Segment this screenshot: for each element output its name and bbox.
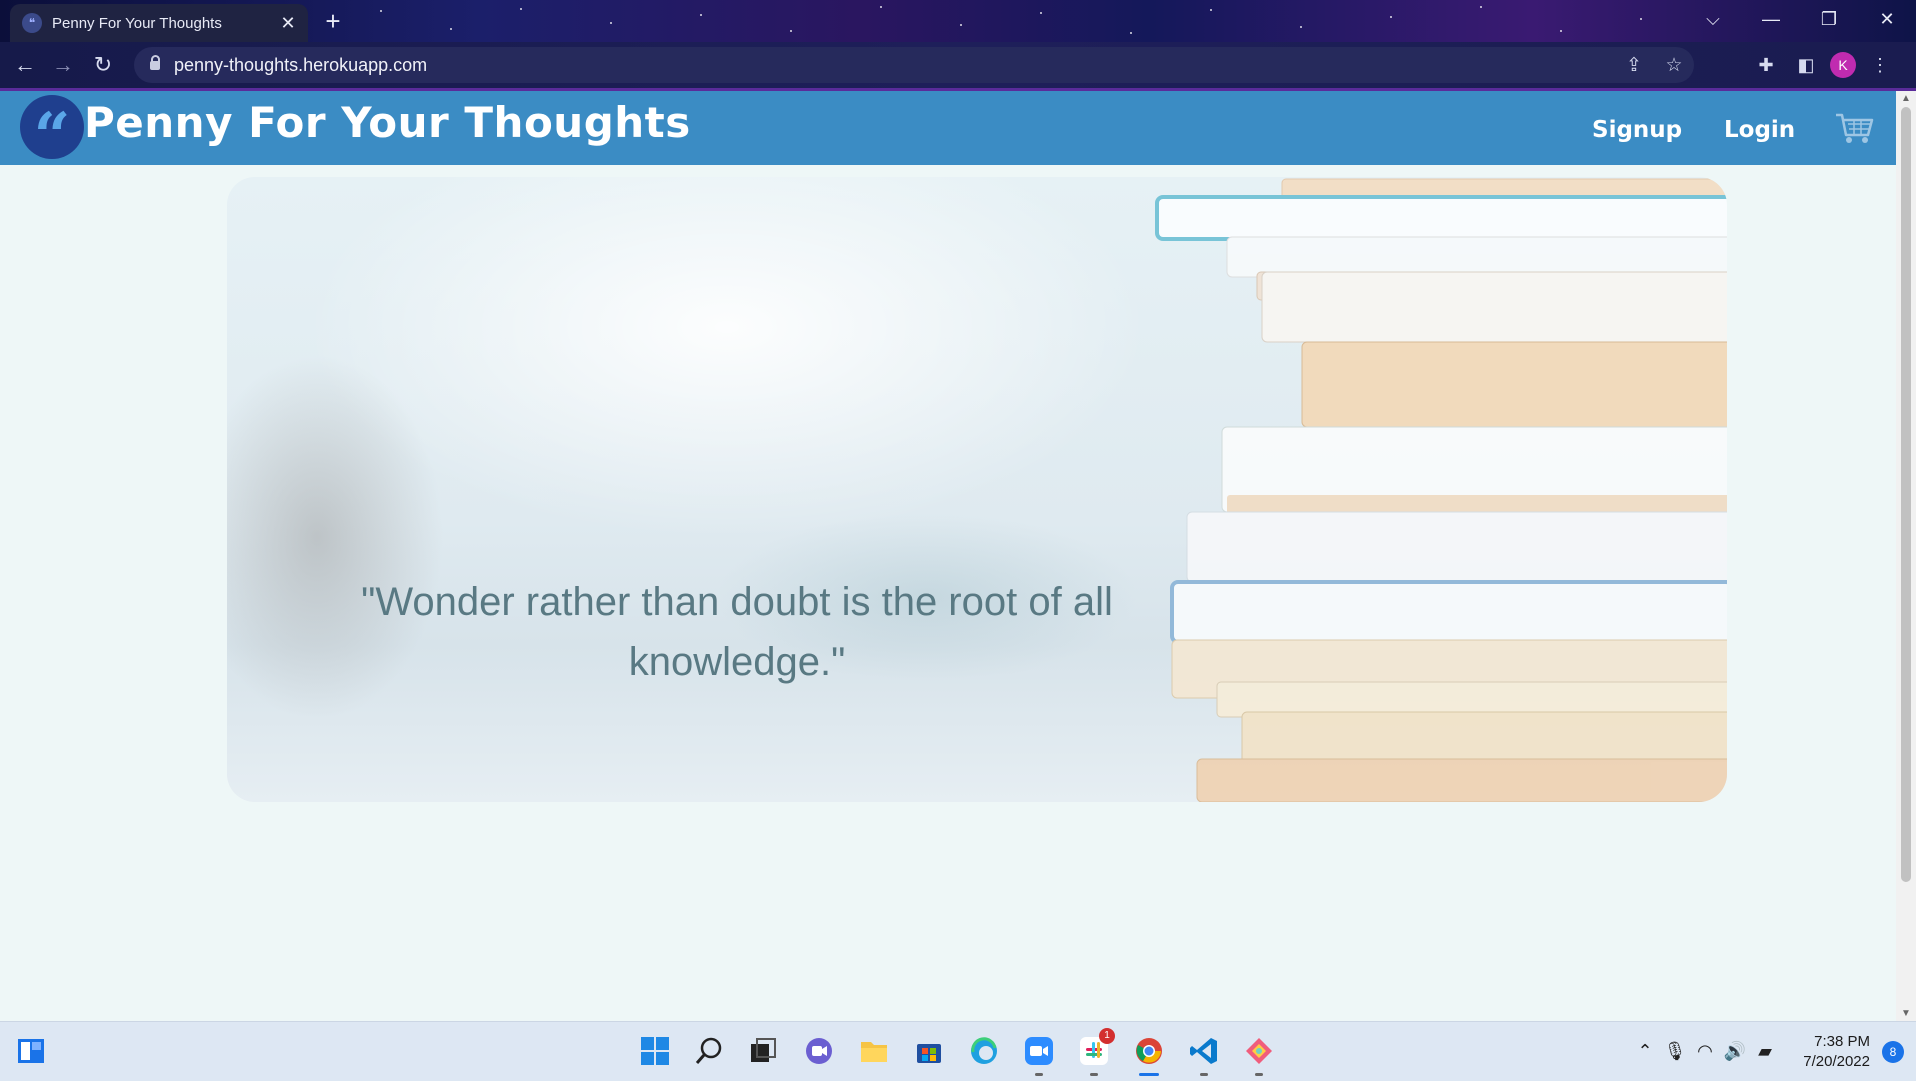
zoom-app-icon[interactable] (1022, 1034, 1056, 1076)
running-indicator (1255, 1073, 1263, 1076)
edge-browser-icon[interactable] (967, 1034, 1001, 1068)
slack-icon[interactable]: 1 (1077, 1028, 1115, 1076)
browser-tab-active[interactable]: ❝ Penny For Your Thoughts ✕ (10, 4, 308, 42)
windows-taskbar: 1 ⌃ 🎙 ◠ 🔊 ▰ 7:38 PM 7/20/2022 8 (0, 1021, 1916, 1081)
system-tray: ⌃ 🎙 ◠ 🔊 ▰ 7:38 PM 7/20/2022 8 (1630, 1022, 1916, 1081)
microsoft-store-icon[interactable] (912, 1034, 946, 1068)
window-controls: ⌵ — ❐ ✕ (1684, 0, 1916, 42)
scroll-down-icon[interactable]: ▼ (1896, 1008, 1916, 1019)
taskbar-clock[interactable]: 7:38 PM 7/20/2022 (1780, 1032, 1870, 1072)
new-tab-button[interactable]: + (318, 6, 348, 37)
login-link[interactable]: Login (1724, 117, 1795, 143)
browser-tab-bar: ❝ Penny For Your Thoughts ✕ + ⌵ — ❐ ✕ (0, 0, 1916, 42)
extensions-puzzle-icon[interactable]: ✚ (1750, 50, 1782, 80)
notification-count-badge[interactable]: 8 (1882, 1040, 1904, 1063)
signup-link[interactable]: Signup (1592, 117, 1682, 143)
share-icon[interactable]: ⇪ (1614, 54, 1654, 77)
gitkraken-icon[interactable] (1242, 1034, 1276, 1076)
quote-favicon-icon: ❝ (22, 13, 42, 33)
hero-banner: "Wonder rather than doubt is the root of… (227, 177, 1727, 802)
clock-date: 7/20/2022 (1803, 1052, 1870, 1070)
restore-button[interactable]: ❐ (1800, 0, 1858, 42)
running-indicator (1200, 1073, 1208, 1076)
running-indicator (1090, 1073, 1098, 1076)
microphone-icon[interactable]: 🎙 (1660, 1041, 1690, 1062)
browser-toolbar: ← → ↻ penny-thoughts.herokuapp.com ⇪ ☆ ✚… (0, 42, 1916, 91)
close-window-button[interactable]: ✕ (1858, 0, 1916, 42)
site-title[interactable]: Penny For Your Thoughts (84, 98, 691, 147)
back-arrow-icon[interactable]: ← (10, 50, 40, 80)
chevron-up-icon[interactable]: ⌃ (1630, 1041, 1660, 1062)
side-panel-icon[interactable]: ◧ (1790, 50, 1822, 80)
volume-icon[interactable]: 🔊 (1720, 1041, 1750, 1062)
quote-logo-icon[interactable]: “ (20, 95, 84, 159)
running-indicator (1035, 1073, 1043, 1076)
url-text[interactable]: penny-thoughts.herokuapp.com (174, 55, 1614, 76)
wifi-icon[interactable]: ◠ (1690, 1041, 1720, 1062)
vscode-icon[interactable] (1187, 1034, 1221, 1076)
tab-title: Penny For Your Thoughts (52, 14, 222, 32)
hero-quote: "Wonder rather than doubt is the root of… (361, 580, 1113, 684)
teams-chat-icon[interactable] (802, 1034, 836, 1068)
start-windows-icon[interactable] (638, 1034, 672, 1068)
address-bar[interactable]: penny-thoughts.herokuapp.com ⇪ ☆ (134, 47, 1694, 83)
shopping-cart-icon[interactable] (1834, 111, 1874, 145)
clock-time: 7:38 PM (1814, 1032, 1870, 1050)
more-menu-icon[interactable]: ⋮ (1864, 50, 1896, 80)
task-view-icon[interactable] (746, 1034, 780, 1068)
bookmark-star-icon[interactable]: ☆ (1654, 54, 1694, 77)
notification-badge: 1 (1099, 1028, 1115, 1044)
tab-search-dropdown-icon[interactable]: ⌵ (1684, 0, 1742, 42)
widgets-icon[interactable] (14, 1034, 48, 1068)
chrome-browser-icon[interactable] (1132, 1034, 1166, 1076)
profile-avatar[interactable]: K (1830, 52, 1856, 78)
battery-icon[interactable]: ▰ (1750, 1041, 1780, 1062)
tab-close-icon[interactable]: ✕ (274, 13, 302, 34)
file-explorer-icon[interactable] (857, 1034, 891, 1068)
site-header: “ Penny For Your Thoughts Signup Login (0, 91, 1896, 165)
search-icon[interactable] (692, 1034, 726, 1068)
lock-icon[interactable] (150, 54, 160, 70)
reload-icon[interactable]: ↻ (88, 50, 118, 80)
page-scrollbar[interactable]: ▲ ▼ (1896, 91, 1916, 1021)
forward-arrow-icon[interactable]: → (48, 50, 78, 80)
scroll-up-icon[interactable]: ▲ (1896, 93, 1916, 104)
scroll-thumb[interactable] (1901, 107, 1911, 882)
book-stack-image (1155, 178, 1727, 802)
active-indicator (1139, 1073, 1159, 1076)
minimize-button[interactable]: — (1742, 0, 1800, 42)
